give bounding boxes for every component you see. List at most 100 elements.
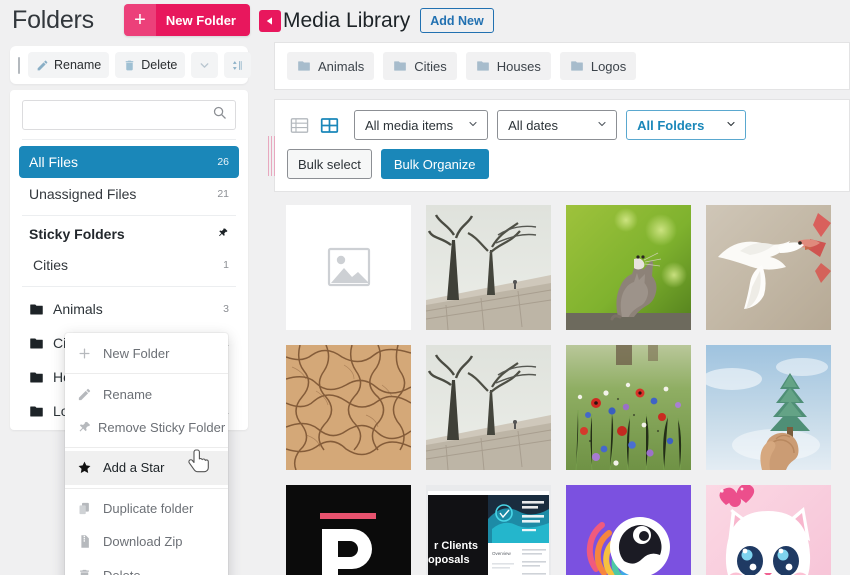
media-item-p-logo-black[interactable] xyxy=(286,485,411,575)
folder-search-input[interactable] xyxy=(23,101,235,129)
svg-text:r Clients: r Clients xyxy=(434,540,478,552)
grid-view-icon[interactable] xyxy=(317,113,342,138)
add-new-button[interactable]: Add New xyxy=(420,8,494,33)
sidebar-item-label: Cities xyxy=(33,257,69,273)
chip-label: Cities xyxy=(414,58,447,74)
context-menu-item-label: Download Zip xyxy=(103,534,183,550)
select-all-checkbox[interactable] xyxy=(18,56,20,74)
context-menu-item-duplicate-folder[interactable]: Duplicate folder xyxy=(65,492,228,525)
svg-text:oposals: oposals xyxy=(428,554,470,566)
media-library-panel: Media Library Add New Animals Cities Hou… xyxy=(258,0,850,575)
more-options-button[interactable] xyxy=(191,52,219,78)
sidebar-item-unassigned-files[interactable]: Unassigned Files 21 xyxy=(19,178,239,210)
media-item-clients-proposals-slide[interactable]: r Clients oposals Marketing & processes … xyxy=(426,485,551,575)
folder-filter-value: All Folders xyxy=(637,117,705,133)
folder-label: Animals xyxy=(53,301,103,317)
sidebar-item-label: All Files xyxy=(29,154,79,170)
sort-icon xyxy=(231,59,244,72)
media-item-placeholder-image[interactable] xyxy=(286,205,411,330)
item-count: 21 xyxy=(217,188,229,200)
chevron-down-icon xyxy=(467,118,479,133)
media-item-kitty-pink-illustration[interactable] xyxy=(706,485,831,575)
rename-button[interactable]: Rename xyxy=(28,52,110,78)
sticky-folders-heading: Sticky Folders xyxy=(19,219,239,249)
panel-resize-handle[interactable] xyxy=(268,136,275,176)
context-menu-item-label: Rename xyxy=(103,386,153,402)
folder-filter[interactable]: All Folders xyxy=(626,110,747,140)
sticky-folders-label: Sticky Folders xyxy=(29,226,125,242)
media-type-filter-value: All media items xyxy=(365,117,454,133)
context-menu-item-label: Delete xyxy=(103,568,141,575)
new-folder-button[interactable]: + New Folder xyxy=(123,4,250,36)
folder-icon xyxy=(29,336,44,351)
folder-icon xyxy=(29,404,44,419)
folder-icon xyxy=(476,59,490,73)
plus-icon: + xyxy=(123,4,156,36)
folder-search-box[interactable] xyxy=(22,100,236,130)
media-item-parrot-logo-purple[interactable]: eeetie xyxy=(566,485,691,575)
pencil-icon xyxy=(77,387,97,402)
sort-button[interactable] xyxy=(224,52,252,78)
date-filter-value: All dates xyxy=(508,117,559,133)
context-menu-item-download-zip[interactable]: Download Zip xyxy=(65,525,228,558)
folders-header: Folders + New Folder xyxy=(0,0,258,40)
folder-chip-cities[interactable]: Cities xyxy=(383,52,457,80)
context-menu-item-add-a-star[interactable]: Add a Star xyxy=(65,451,228,485)
bulk-select-button[interactable]: Bulk select xyxy=(287,149,372,179)
date-filter[interactable]: All dates xyxy=(497,110,618,140)
collapse-left-icon[interactable] xyxy=(259,9,281,32)
media-item-tree-pier-photo-2[interactable] xyxy=(426,345,551,470)
sticky-folders-section: Sticky Folders Cities 1 xyxy=(10,219,248,281)
media-item-tree-pier-photo[interactable] xyxy=(426,205,551,330)
context-menu-item-rename[interactable]: Rename xyxy=(65,377,228,410)
delete-button[interactable]: Delete xyxy=(115,52,186,78)
sidebar-item-all-files[interactable]: All Files 26 xyxy=(19,146,239,178)
media-grid: r Clients oposals Marketing & processes … xyxy=(274,205,850,575)
folder-chips-bar: Animals Cities Houses Logos xyxy=(274,42,850,90)
chevron-down-icon xyxy=(596,118,608,133)
folders-sidebar: Folders + New Folder Rename Delete All F… xyxy=(0,0,275,575)
item-count: 26 xyxy=(217,156,229,168)
file-zip-icon xyxy=(77,534,97,549)
search-icon xyxy=(212,105,227,125)
copy-icon xyxy=(77,501,97,516)
folder-icon xyxy=(297,59,311,73)
folder-item-animals[interactable]: Animals 3 xyxy=(19,292,239,326)
folder-chip-logos[interactable]: Logos xyxy=(559,52,637,80)
chevron-down-icon xyxy=(198,59,211,72)
sticky-folder-cities[interactable]: Cities 1 xyxy=(19,249,239,281)
folder-chip-houses[interactable]: Houses xyxy=(465,52,551,80)
media-item-dove-photo[interactable] xyxy=(706,205,831,330)
trash-icon xyxy=(77,568,97,575)
media-item-wildflowers-photo[interactable] xyxy=(566,345,691,470)
context-menu-item-label: Duplicate folder xyxy=(103,500,194,516)
folder-tree: All Files 26 Unassigned Files 21 xyxy=(10,140,248,210)
context-menu-item-delete[interactable]: Delete xyxy=(65,558,228,575)
divider xyxy=(65,487,228,489)
media-toolbar-bulk-actions: Bulk select Bulk Organize xyxy=(287,149,837,179)
bulk-organize-button[interactable]: Bulk Organize xyxy=(380,149,489,179)
folder-chip-animals[interactable]: Animals xyxy=(287,52,375,80)
divider xyxy=(65,447,228,449)
media-type-filter[interactable]: All media items xyxy=(354,110,489,140)
media-item-cracked-earth-photo[interactable] xyxy=(286,345,411,470)
media-library-header: Media Library Add New xyxy=(259,0,850,38)
context-menu-item-label: New Folder xyxy=(103,346,170,362)
folder-icon xyxy=(570,59,584,73)
list-view-icon[interactable] xyxy=(287,113,312,138)
item-count: 1 xyxy=(223,259,229,271)
item-count: 3 xyxy=(223,303,229,315)
media-item-hand-holding-fir-photo[interactable] xyxy=(706,345,831,470)
folder-context-menu: New Folder Rename Remove Sticky Folder A… xyxy=(65,333,228,575)
context-menu-item-remove-sticky-folder[interactable]: Remove Sticky Folder xyxy=(65,411,228,444)
media-library-app: Folders + New Folder Rename Delete All F… xyxy=(0,0,850,575)
media-toolbar: All media items All dates All Folders Bu… xyxy=(274,99,850,192)
page-title: Folders xyxy=(12,5,94,34)
pencil-icon xyxy=(36,59,49,72)
chevron-down-icon xyxy=(725,118,737,133)
media-item-kitten-photo[interactable] xyxy=(566,205,691,330)
context-menu-item-new-folder[interactable]: New Folder xyxy=(65,337,228,370)
star-icon xyxy=(77,460,97,475)
context-menu-item-label: Add a Star xyxy=(103,460,165,476)
folder-icon xyxy=(29,370,44,385)
